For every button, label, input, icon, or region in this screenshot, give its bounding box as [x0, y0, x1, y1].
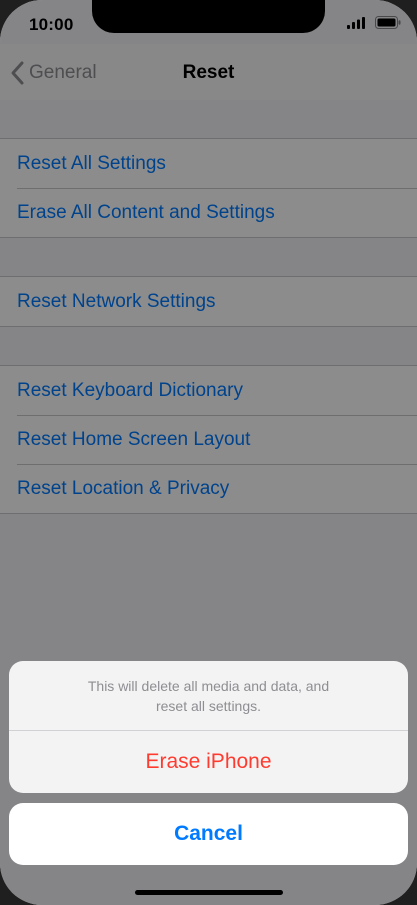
home-indicator — [135, 890, 283, 895]
reset-location-and-privacy[interactable]: Reset Location & Privacy — [0, 464, 417, 513]
section-gap — [0, 238, 417, 276]
status-icons — [347, 16, 401, 29]
settings-group-reset: Reset All Settings Erase All Content and… — [0, 138, 417, 238]
settings-group-other: Reset Keyboard Dictionary Reset Home Scr… — [0, 365, 417, 514]
reset-all-settings[interactable]: Reset All Settings — [0, 139, 417, 188]
section-gap — [0, 327, 417, 365]
action-sheet-message-text: This will delete all media and data, and… — [87, 677, 330, 714]
action-sheet: This will delete all media and data, and… — [9, 661, 408, 865]
action-sheet-message: This will delete all media and data, and… — [9, 661, 408, 731]
section-gap — [0, 100, 417, 138]
reset-home-screen-layout[interactable]: Reset Home Screen Layout — [0, 415, 417, 464]
erase-all-content-and-settings[interactable]: Erase All Content and Settings — [0, 188, 417, 237]
page-title: Reset — [182, 62, 235, 83]
cancel-button[interactable]: Cancel — [9, 803, 408, 865]
status-bar: 10:00 — [0, 0, 417, 44]
signal-icon — [347, 16, 365, 29]
status-time: 10:00 — [29, 15, 74, 34]
reset-network-settings[interactable]: Reset Network Settings — [0, 277, 417, 326]
action-sheet-card: This will delete all media and data, and… — [9, 661, 408, 793]
screen: 10:00 General Reset Reset All Settings E… — [0, 0, 417, 905]
battery-icon — [375, 16, 401, 29]
erase-iphone-button[interactable]: Erase iPhone — [9, 731, 408, 793]
navigation-bar: General Reset — [0, 44, 417, 101]
phone-frame: 10:00 General Reset Reset All Settings E… — [0, 0, 417, 905]
settings-group-network: Reset Network Settings — [0, 276, 417, 327]
notch — [92, 0, 325, 33]
reset-keyboard-dictionary[interactable]: Reset Keyboard Dictionary — [0, 366, 417, 415]
